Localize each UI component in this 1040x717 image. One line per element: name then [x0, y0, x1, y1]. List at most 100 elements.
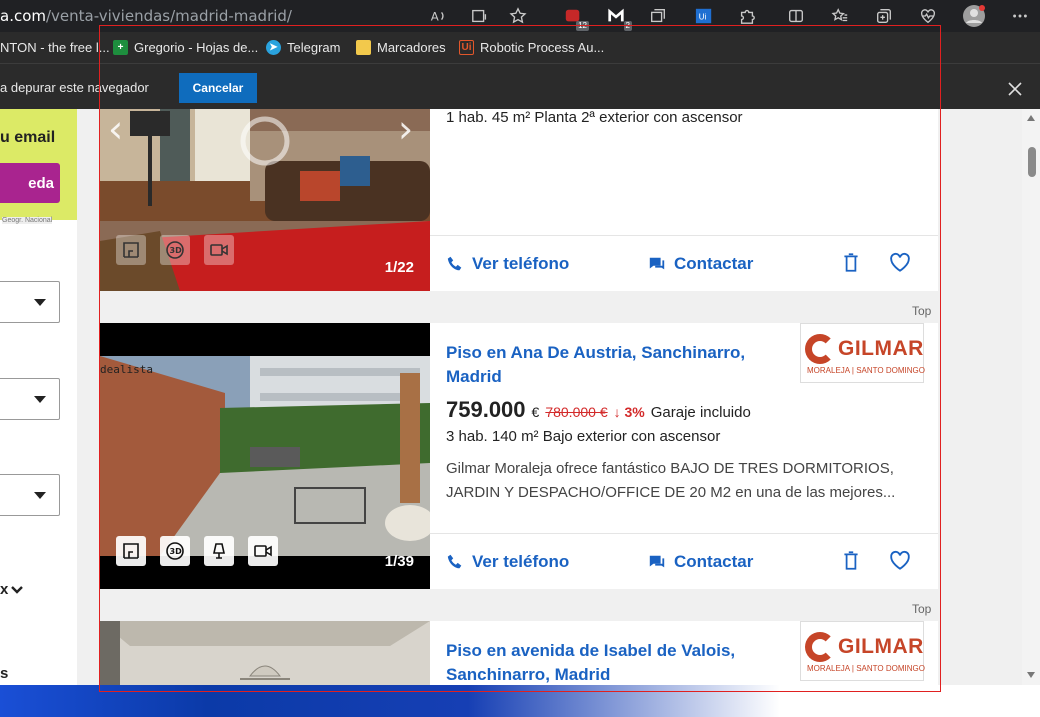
profile-avatar-icon[interactable]	[962, 4, 986, 28]
cancel-button[interactable]: Cancelar	[179, 73, 257, 103]
agency-logo[interactable]: GILMAR MORALEJA | SANTO DOMINGO	[800, 621, 925, 681]
url-host: a.com	[0, 7, 46, 25]
svg-text:3D: 3D	[170, 547, 183, 556]
listing-title[interactable]: Piso en Ana De Austria, Sanchinarro, Mad…	[446, 341, 776, 389]
listing-photo[interactable]	[100, 621, 430, 685]
photo-counter: 1/39	[384, 553, 414, 570]
page-scrollbar[interactable]	[1022, 109, 1040, 685]
price: 759.000	[446, 397, 526, 422]
gilmar-logo-icon	[805, 632, 835, 662]
price-drop: ↓ 3%	[613, 404, 645, 420]
agency-name: GILMAR	[838, 635, 924, 658]
collections-icon[interactable]	[874, 6, 894, 26]
lamp-icon[interactable]	[204, 536, 234, 566]
contact-button[interactable]: Contactar	[648, 552, 753, 572]
bookmark-item[interactable]: Marcadores	[356, 40, 446, 55]
listings-list: ‹ › 3D 1/22 1 hab. 45 m² Planta 2ª exter…	[100, 109, 938, 685]
call-button[interactable]: Ver teléfono	[446, 254, 569, 274]
call-label: Ver teléfono	[472, 254, 570, 273]
malwarebytes-icon[interactable]: 2	[606, 6, 632, 31]
bookmarks-bar: NTON - the free l... + Gregorio - Hojas …	[0, 32, 1040, 63]
listing-card[interactable]: Piso en avenida de Isabel de Valois, San…	[100, 621, 938, 685]
bookmark-item[interactable]: + Gregorio - Hojas de...	[113, 40, 258, 55]
favorite-heart-icon[interactable]	[889, 252, 911, 274]
call-button[interactable]: Ver teléfono	[446, 552, 569, 572]
phone-icon	[447, 256, 462, 271]
listing-card[interactable]: dealista 3D 1/39 Piso en Ana De Austria,…	[100, 323, 938, 589]
agency-subtitle: MORALEJA | SANTO DOMINGO	[807, 366, 925, 375]
chevron-down-icon	[34, 396, 46, 403]
telegram-icon: ➤	[266, 40, 281, 55]
chat-icon	[649, 257, 665, 270]
favorites-icon[interactable]	[830, 6, 850, 26]
scroll-thumb[interactable]	[1028, 147, 1036, 177]
filter-select[interactable]	[0, 281, 60, 323]
listing-photo[interactable]: ‹ › 3D 1/22	[100, 109, 430, 291]
bookmark-item[interactable]: ➤ Telegram	[266, 40, 340, 55]
filter-select[interactable]	[0, 474, 60, 516]
uipath-icon[interactable]: Ui	[694, 6, 714, 26]
settings-more-icon[interactable]	[1010, 6, 1030, 26]
old-price: 780.000 €	[545, 404, 608, 420]
read-aloud-icon[interactable]: A	[428, 6, 448, 26]
bookmark-item[interactable]: NTON - the free l...	[0, 40, 110, 55]
listing-info: Piso en avenida de Isabel de Valois, San…	[430, 621, 938, 685]
sidebar-label: s	[0, 665, 9, 682]
chevron-down-icon	[34, 299, 46, 306]
agency-subtitle: MORALEJA | SANTO DOMINGO	[807, 664, 925, 673]
scroll-down-arrow-icon[interactable]	[1027, 672, 1035, 678]
address-bar[interactable]: a.com/venta-viviendas/madrid-madrid/	[0, 7, 292, 25]
photo-badges: 3D	[116, 235, 234, 265]
infobar-message: a depurar este navegador	[0, 80, 149, 95]
tour-3d-icon[interactable]: 3D	[160, 536, 190, 566]
scroll-up-arrow-icon[interactable]	[1027, 115, 1035, 121]
bookmark-item[interactable]: Ui Robotic Process Au...	[459, 40, 604, 55]
video-icon[interactable]	[248, 536, 278, 566]
discard-trash-icon[interactable]	[840, 252, 862, 274]
extensions-puzzle-icon[interactable]	[737, 6, 757, 26]
chevron-down-icon	[34, 492, 46, 499]
contact-label: Contactar	[674, 552, 754, 571]
extension-badge: 12	[576, 21, 589, 31]
more-filters-toggle[interactable]: x	[0, 581, 24, 598]
split-screen-icon[interactable]	[786, 6, 806, 26]
listing-photo[interactable]: dealista 3D 1/39	[100, 323, 430, 589]
promo-text: u email	[0, 129, 56, 146]
browser-toolbar: a.com/venta-viviendas/madrid-madrid/ A 1…	[0, 0, 1040, 32]
favorite-star-icon[interactable]	[508, 6, 528, 26]
page-viewport: u email eda Geogr. Nacional x s ‹ › 3D 1…	[0, 109, 1040, 685]
url-path: /venta-viviendas/madrid-madrid/	[46, 7, 292, 25]
agency-name: GILMAR	[838, 337, 924, 360]
map-credit: Geogr. Nacional	[2, 217, 53, 224]
listing-card[interactable]: ‹ › 3D 1/22 1 hab. 45 m² Planta 2ª exter…	[100, 109, 938, 291]
floor-plan-icon[interactable]	[116, 536, 146, 566]
contact-button[interactable]: Contactar	[648, 254, 753, 274]
favorite-heart-icon[interactable]	[889, 550, 911, 572]
svg-text:Ui: Ui	[699, 12, 707, 22]
extension-red-icon[interactable]: 12	[563, 6, 589, 31]
browser-essentials-icon[interactable]	[918, 6, 938, 26]
immersive-reader-icon[interactable]	[470, 6, 490, 26]
listing-title[interactable]: Piso en avenida de Isabel de Valois, San…	[446, 639, 776, 685]
agency-logo[interactable]: GILMAR MORALEJA | SANTO DOMINGO	[800, 323, 925, 383]
debug-infobar: a depurar este navegador Cancelar	[0, 63, 1040, 109]
extension-badge: 2	[623, 21, 632, 31]
listing-info: Piso en Ana De Austria, Sanchinarro, Mad…	[430, 323, 938, 589]
discard-trash-icon[interactable]	[840, 550, 862, 572]
filter-select[interactable]	[0, 378, 60, 420]
photo-watermark: dealista	[100, 363, 153, 376]
filters-sidebar: u email eda Geogr. Nacional x s	[0, 109, 77, 685]
photo-badges: 3D	[116, 536, 278, 566]
listing-description[interactable]: Gilmar Moraleja ofrece fantástico BAJO D…	[446, 457, 916, 505]
tour-3d-icon[interactable]: 3D	[160, 235, 190, 265]
close-icon[interactable]	[1006, 80, 1024, 98]
uipath-icon: Ui	[459, 40, 474, 55]
promo-button[interactable]: eda	[0, 163, 60, 203]
bookmark-label: Marcadores	[377, 40, 446, 55]
next-photo-icon[interactable]: ›	[398, 109, 413, 151]
video-icon[interactable]	[204, 235, 234, 265]
floor-plan-icon[interactable]	[116, 235, 146, 265]
listing-details: 3 hab. 140 m² Bajo exterior con ascensor	[446, 428, 721, 445]
previous-photo-icon[interactable]: ‹	[108, 109, 123, 151]
collections-window-icon[interactable]	[648, 6, 668, 26]
